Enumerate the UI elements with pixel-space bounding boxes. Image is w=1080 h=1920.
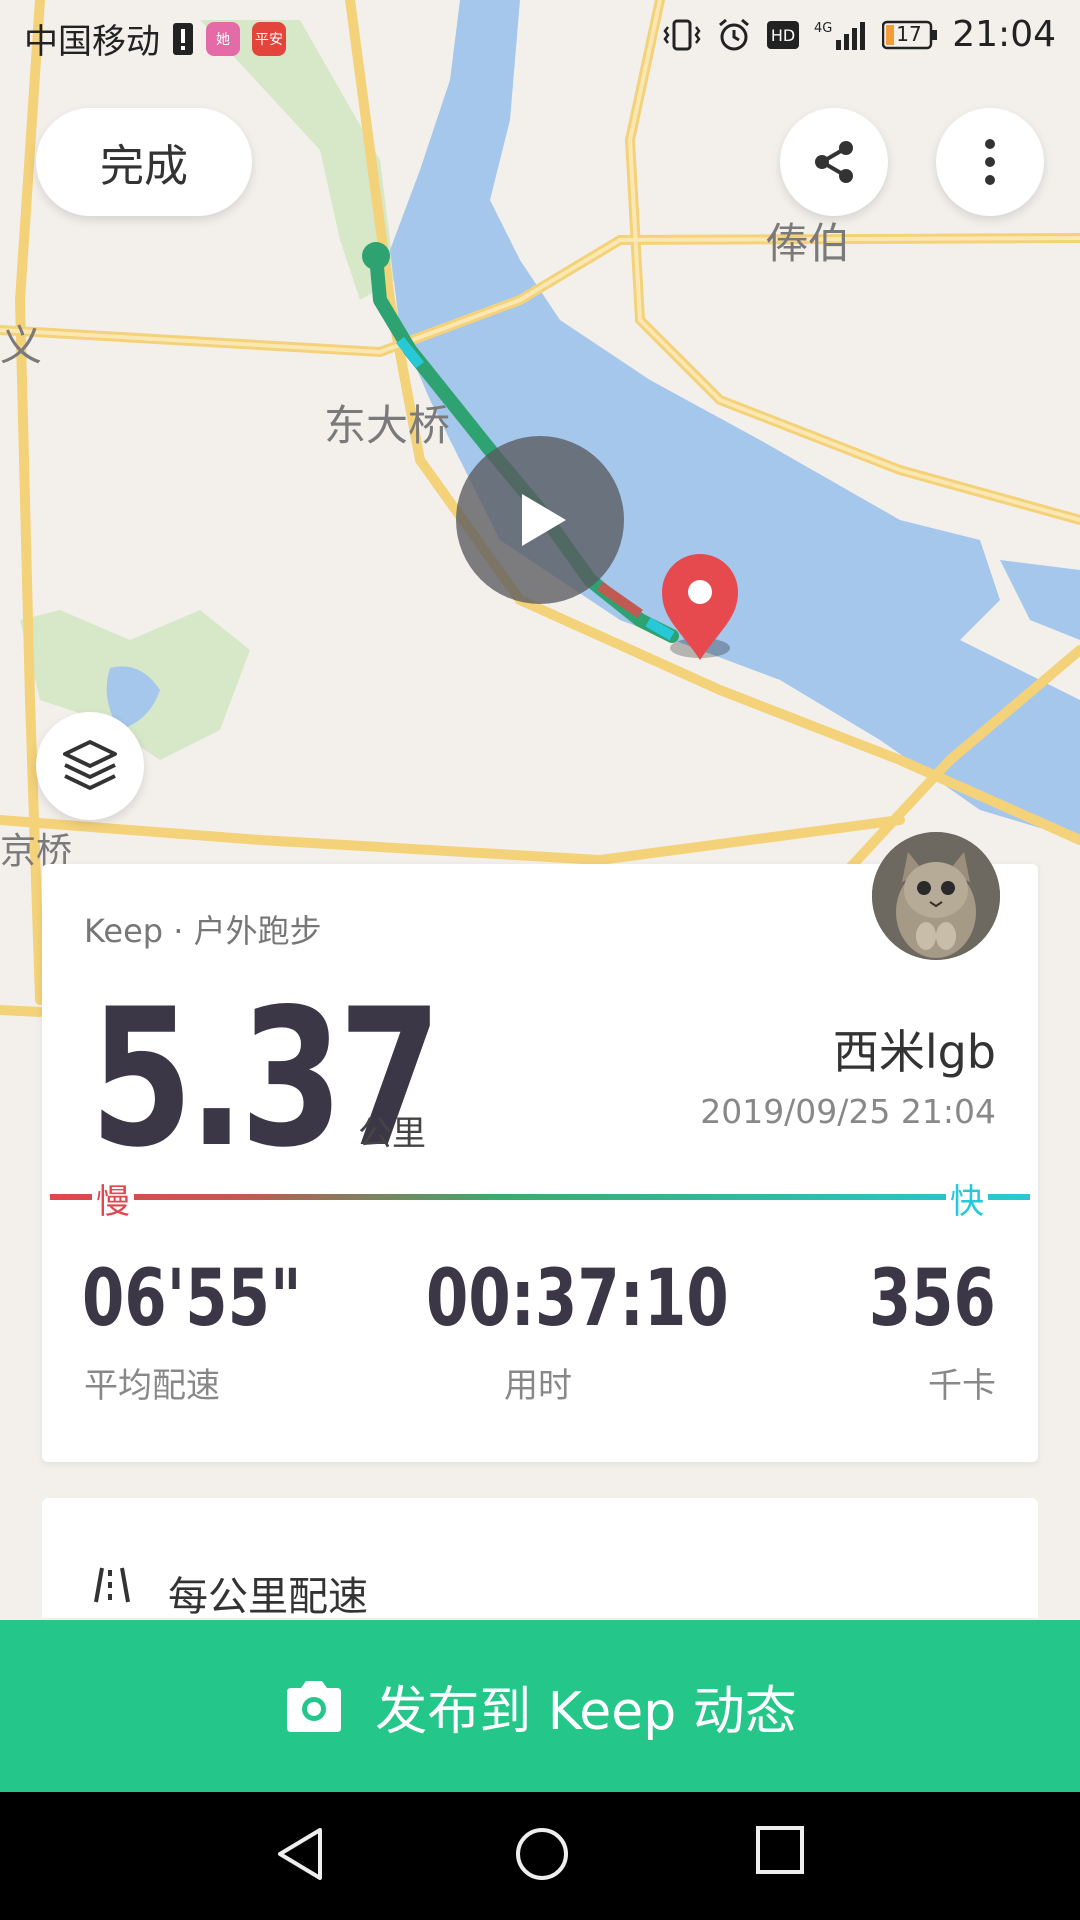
hd-icon: HD [766, 20, 800, 50]
map-label-fengbo: 俸伯 [766, 219, 851, 268]
map-label-yi: 义 [0, 321, 43, 370]
more-options-button[interactable] [936, 108, 1044, 216]
avg-pace-label: 平均配速 [84, 1366, 220, 1406]
distance-unit: 公里 [358, 1114, 426, 1154]
svg-text:HD: HD [771, 26, 795, 45]
calories-value: 356 [868, 1254, 996, 1344]
app-badge-pingan: 平安 [252, 21, 286, 56]
share-icon [808, 136, 860, 188]
map-label-dongdaqiao: 东大桥 [324, 401, 451, 450]
avatar[interactable] [872, 832, 1000, 960]
username[interactable]: 西米lgb [833, 1016, 996, 1082]
duration-value: 00:37:10 [426, 1254, 729, 1344]
avg-pace-value: 06'55" [82, 1254, 302, 1344]
run-summary-card: Keep · 户外跑步 5.37 公里 西米lgb 2019/09/25 21:… [42, 864, 1038, 1462]
pace-per-km-card[interactable]: 每公里配速 [42, 1498, 1038, 1620]
calories-label: 千卡 [928, 1366, 996, 1406]
recents-icon[interactable] [754, 1824, 806, 1876]
app-badge-ta: 她 [206, 21, 240, 56]
map-layers-button[interactable] [36, 712, 144, 820]
svg-text:4G: 4G [814, 21, 832, 36]
publish-to-keep-button[interactable]: 发布到 Keep 动态 [0, 1620, 1080, 1792]
back-icon[interactable] [272, 1824, 328, 1884]
signal-icon: 4G [814, 18, 868, 52]
carrier-name: 中国移动 [24, 22, 160, 62]
share-button[interactable] [780, 108, 888, 216]
slow-label: 慢 [92, 1174, 134, 1223]
pace-per-km-title: 每公里配速 [168, 1574, 368, 1620]
home-icon[interactable] [512, 1824, 572, 1884]
pace-gradient-bar [50, 1194, 1030, 1200]
activity-datetime: 2019/09/25 21:04 [700, 1092, 996, 1131]
duration-label: 用时 [504, 1366, 572, 1406]
battery-level: 17 [896, 21, 922, 46]
location-pin-icon [662, 554, 738, 660]
done-button[interactable]: 完成 [36, 108, 252, 216]
publish-label: 发布到 Keep 动态 [375, 1681, 797, 1742]
system-nav-bar [0, 1792, 1080, 1920]
more-vertical-icon [980, 136, 1000, 188]
status-bar: 中国移动 她 平安 HD 4G 17 21:04 [0, 0, 1080, 72]
fast-label: 快 [946, 1174, 988, 1223]
alarm-icon [716, 17, 752, 53]
play-icon [508, 488, 572, 552]
play-replay-button[interactable] [456, 436, 624, 604]
battery-icon: 17 [882, 20, 938, 50]
vibrate-icon [662, 17, 702, 53]
clock-time: 21:04 [952, 14, 1056, 55]
pace-chart-icon [88, 1564, 136, 1604]
activity-source: Keep · 户外跑步 [84, 912, 322, 950]
sim-alert-icon [172, 22, 194, 56]
layers-icon [61, 738, 119, 794]
camera-icon [283, 1678, 345, 1734]
